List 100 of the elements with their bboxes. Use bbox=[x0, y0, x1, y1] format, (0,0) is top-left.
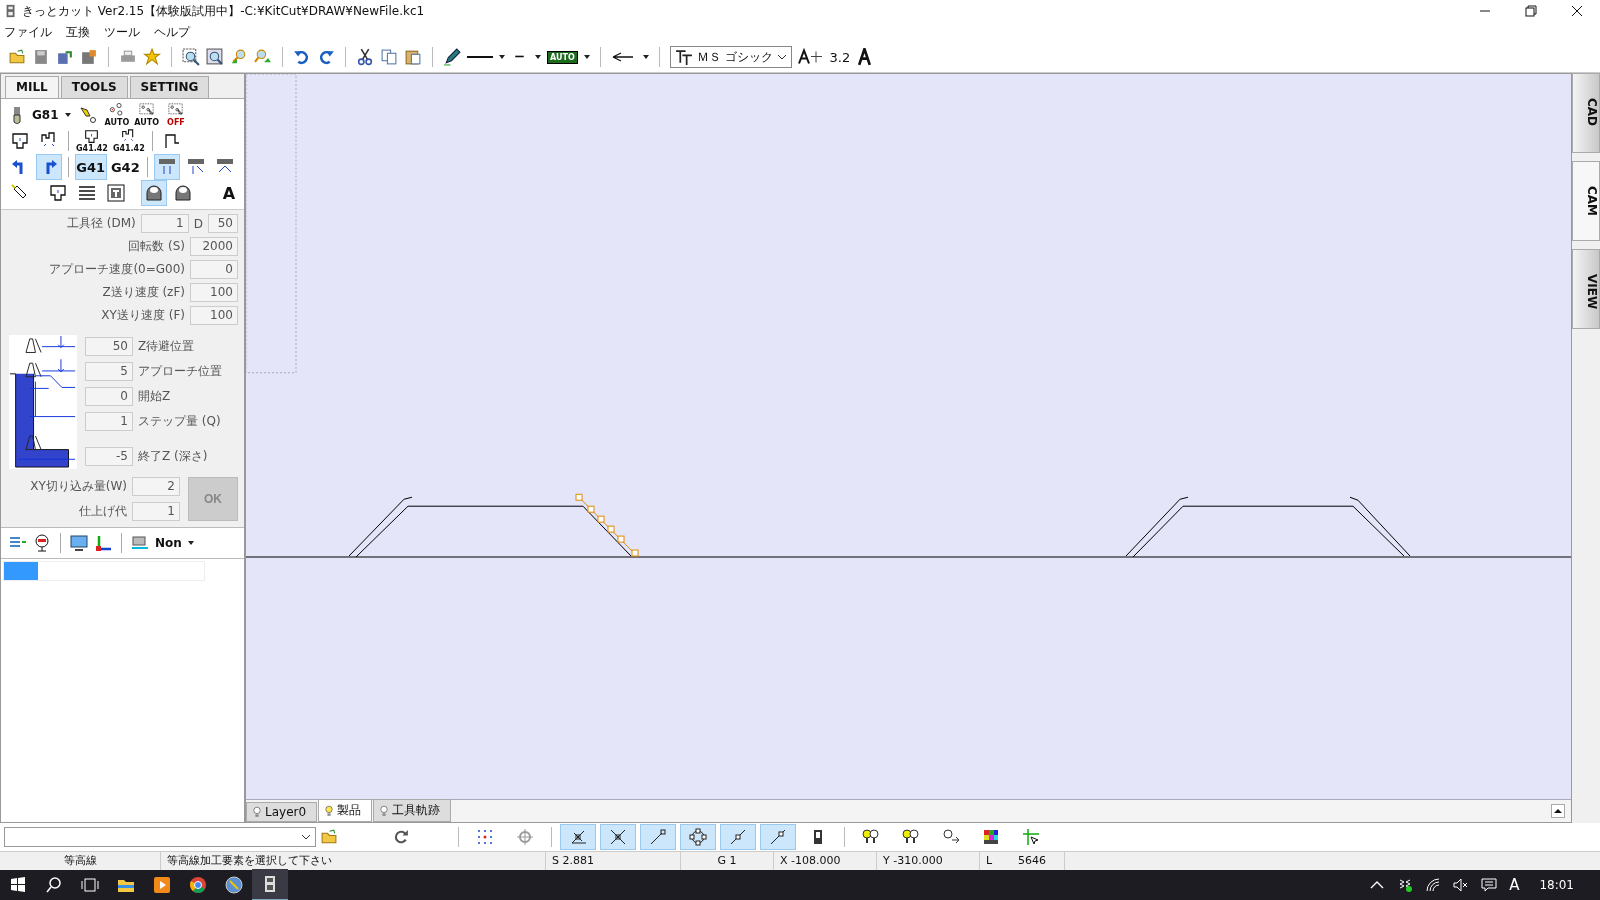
layer-tab[interactable]: Layer0 bbox=[246, 802, 318, 822]
field-label: Z待避位置 bbox=[138, 338, 195, 355]
caret-icon[interactable] bbox=[583, 55, 590, 59]
menu-item[interactable]: 互換 bbox=[66, 23, 90, 41]
input-field[interactable]: 100 bbox=[190, 306, 238, 325]
disk-arrow-icon[interactable] bbox=[56, 48, 74, 66]
status-text: L bbox=[985, 853, 994, 869]
input-method-indicator[interactable]: A bbox=[1509, 876, 1520, 894]
app-logo-icon[interactable] bbox=[252, 869, 288, 900]
snap-circle-icon bbox=[689, 828, 707, 846]
color-grid-icon bbox=[982, 828, 1000, 846]
tool-button[interactable] bbox=[141, 180, 167, 206]
caret-icon[interactable] bbox=[187, 541, 194, 545]
spiral-pocket-icon bbox=[107, 184, 125, 202]
scissors-icon[interactable] bbox=[356, 48, 374, 66]
copy-icon[interactable] bbox=[380, 48, 398, 66]
field-label: ステップ量 (Q) bbox=[138, 413, 221, 430]
layer-tab[interactable]: 製品 bbox=[318, 799, 373, 822]
input-field[interactable]: 1 bbox=[85, 412, 133, 431]
dot-grid-icon bbox=[476, 828, 494, 846]
input-field[interactable]: 5 bbox=[85, 362, 133, 381]
undo-icon[interactable] bbox=[293, 48, 311, 66]
field-label: 仕上げ代 bbox=[79, 503, 127, 520]
snap-intersection-icon bbox=[609, 828, 627, 846]
input-field[interactable]: 1 bbox=[140, 214, 189, 233]
crosshair-icon bbox=[516, 828, 534, 846]
input-field[interactable]: 2 bbox=[132, 477, 180, 496]
text-height-icon[interactable] bbox=[797, 48, 824, 66]
truetype-icon bbox=[674, 48, 693, 66]
snap-button[interactable] bbox=[600, 824, 636, 850]
cut-from-top-icon bbox=[158, 158, 176, 176]
pocket-outline-icon bbox=[49, 184, 67, 202]
side-tab[interactable]: CAM bbox=[1572, 161, 1600, 241]
panel-tab[interactable]: MILL bbox=[5, 76, 59, 98]
zoom-window-icon[interactable] bbox=[182, 48, 200, 66]
mode-button[interactable]: G42 bbox=[109, 154, 142, 180]
input-field[interactable]: 1 bbox=[132, 502, 180, 521]
field-label: 回転数 (S) bbox=[128, 238, 185, 255]
input-field[interactable]: 0 bbox=[190, 260, 238, 279]
redo-icon[interactable] bbox=[317, 48, 335, 66]
machine-dropdown[interactable]: Non bbox=[155, 536, 182, 550]
command-combo[interactable] bbox=[4, 827, 316, 847]
mode-button[interactable]: G41 bbox=[74, 154, 107, 180]
pen-icon[interactable] bbox=[443, 48, 461, 66]
monitor-icon[interactable] bbox=[70, 534, 88, 552]
caret-icon[interactable] bbox=[642, 55, 649, 59]
notification-icon[interactable] bbox=[1481, 877, 1498, 893]
cycle-label: G81 bbox=[32, 108, 59, 122]
caret-icon[interactable] bbox=[535, 55, 541, 59]
side-tab[interactable]: CAD bbox=[1572, 73, 1600, 153]
tool-button[interactable]: OFF bbox=[162, 102, 189, 128]
field-label: XY切り込み量(W) bbox=[30, 478, 127, 495]
clipboard-icon[interactable] bbox=[404, 48, 422, 66]
snap-button[interactable] bbox=[560, 824, 596, 850]
tool-button[interactable]: G81 bbox=[7, 102, 72, 128]
field-label: 工具径 (DM) bbox=[66, 215, 136, 232]
input-field[interactable]: 2000 bbox=[190, 237, 238, 256]
refresh-icon[interactable] bbox=[392, 828, 410, 846]
points-icon bbox=[109, 103, 125, 118]
input-field[interactable]: 0 bbox=[85, 387, 133, 406]
machine-icon[interactable] bbox=[131, 534, 149, 552]
tool-button[interactable]: G41.42 bbox=[111, 128, 146, 154]
sync-box-icon[interactable] bbox=[1397, 877, 1414, 893]
star-icon[interactable] bbox=[143, 48, 161, 66]
icon-caption: G41.42 bbox=[76, 144, 108, 153]
panel-tab[interactable]: TOOLS bbox=[60, 76, 128, 98]
menu-item[interactable]: ファイル bbox=[4, 23, 52, 41]
bulb-arrow-icon bbox=[942, 828, 960, 846]
sign-marker-icon[interactable] bbox=[33, 534, 51, 552]
icon-caption: AUTO bbox=[104, 118, 130, 127]
zoom-fit-icon[interactable] bbox=[206, 48, 224, 66]
side-tab[interactable]: VIEW bbox=[1572, 249, 1600, 329]
auto-button[interactable]: AUTO bbox=[547, 50, 578, 64]
tool-button[interactable]: AUTO bbox=[133, 102, 160, 128]
disk-export-icon[interactable] bbox=[80, 48, 98, 66]
field-label: 終了Z (深さ) bbox=[138, 448, 208, 465]
input-field[interactable]: 50 bbox=[85, 337, 133, 356]
clock[interactable]: 18:01 bbox=[1539, 878, 1574, 892]
light-bulb-icon bbox=[253, 806, 261, 818]
tool-button[interactable]: G41.42 bbox=[75, 128, 109, 154]
layer-tab[interactable]: 工具軌跡 bbox=[373, 799, 452, 822]
menu-item[interactable]: ツール bbox=[104, 23, 140, 41]
wifi-icon[interactable] bbox=[1425, 877, 1442, 893]
icon-caption: G41.42 bbox=[112, 144, 145, 153]
menu-item[interactable]: ヘルプ bbox=[154, 23, 190, 41]
speaker-muted-icon[interactable] bbox=[1453, 877, 1470, 893]
input-field[interactable]: -5 bbox=[85, 447, 133, 466]
scroll-up-icon[interactable] bbox=[1551, 804, 1565, 818]
chevron-icon bbox=[301, 834, 311, 840]
input-field[interactable]: 100 bbox=[190, 283, 238, 302]
tool-button[interactable]: AUTO bbox=[103, 102, 131, 128]
snap-button[interactable] bbox=[680, 824, 716, 850]
text-tool-button[interactable]: A bbox=[216, 180, 242, 206]
zoom-in-icon[interactable] bbox=[230, 48, 248, 66]
font-dropdown[interactable]: ＭＳ ゴシック bbox=[669, 46, 792, 68]
axes-icon[interactable] bbox=[94, 534, 112, 552]
input-field[interactable]: 50 bbox=[208, 214, 238, 233]
field-label: 開始Z bbox=[138, 388, 171, 405]
panel-tab[interactable]: SETTING bbox=[129, 76, 210, 98]
caret-icon[interactable] bbox=[499, 55, 505, 59]
